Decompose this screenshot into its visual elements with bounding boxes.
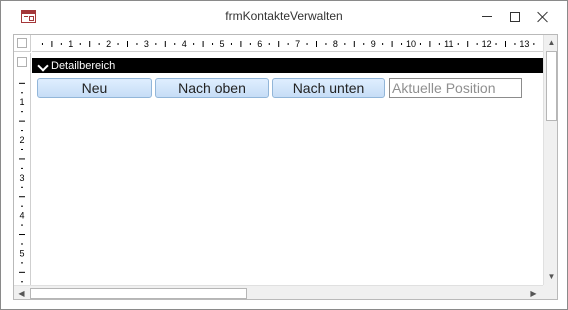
ruler-number: 10 [406,39,416,49]
close-icon [537,11,549,23]
horizontal-scrollbar[interactable]: ◀ ▶ [14,285,543,299]
scroll-corner [543,285,557,299]
scroll-up-icon[interactable]: ▲ [544,35,557,50]
detail-section[interactable]: Neu Nach oben Nach unten Aktuelle Positi… [32,73,543,285]
new-button[interactable]: Neu [37,78,152,98]
vertical-ruler[interactable]: 1 2 3 4 5 [14,73,31,285]
scroll-right-icon[interactable]: ▶ [526,286,541,299]
scroll-down-icon[interactable]: ▼ [544,269,557,284]
current-position-field[interactable]: Aktuelle Position [389,78,522,98]
ruler-number: 5 [19,248,24,258]
form-window: frmKontakteVerwalten 1 2 3 4 5 6 7 8 9 10 11 12 13 1… [0,0,568,310]
close-button[interactable] [528,1,558,32]
move-down-button[interactable]: Nach unten [272,78,385,98]
vertical-scroll-thumb[interactable] [546,51,557,121]
ruler-number: 1 [19,97,24,107]
ruler-number: 3 [19,173,24,183]
vertical-scrollbar[interactable]: ▲ ▼ [543,35,557,285]
ruler-number: 2 [19,135,24,145]
section-label: Detailbereich [51,59,116,72]
form-design-area: 1 2 3 4 5 6 7 8 9 10 11 12 13 12345 Detailbereich Ne… [13,34,558,300]
maximize-button[interactable] [500,1,530,32]
horizontal-ruler[interactable]: 1 2 3 4 5 6 7 8 9 10 11 12 13 [32,35,543,52]
maximize-icon [510,11,520,22]
ruler-number: 13 [519,39,529,49]
scroll-left-icon[interactable]: ◀ [14,286,29,299]
horizontal-scroll-thumb[interactable] [30,288,247,299]
move-up-button[interactable]: Nach oben [155,78,269,98]
ruler-number: 9 [371,39,376,49]
minimize-icon [482,16,492,17]
ruler-number: 6 [257,39,262,49]
title-bar[interactable]: frmKontakteVerwalten [1,1,567,32]
ruler-number: 11 [444,39,453,49]
section-selector[interactable] [14,53,31,73]
ruler-number: 3 [144,39,149,49]
form-selector[interactable] [14,35,31,52]
section-collapse-icon [38,61,48,71]
ruler-number: 5 [219,39,224,49]
ruler-number: 1 [68,39,73,49]
ruler-number: 2 [106,39,111,49]
ruler-number: 7 [295,39,300,49]
detail-section-header[interactable]: Detailbereich [32,58,543,73]
minimize-button[interactable] [472,1,502,32]
ruler-number: 4 [19,211,24,221]
ruler-number: 4 [182,39,187,49]
ruler-number: 8 [333,39,338,49]
ruler-number: 12 [482,39,492,49]
